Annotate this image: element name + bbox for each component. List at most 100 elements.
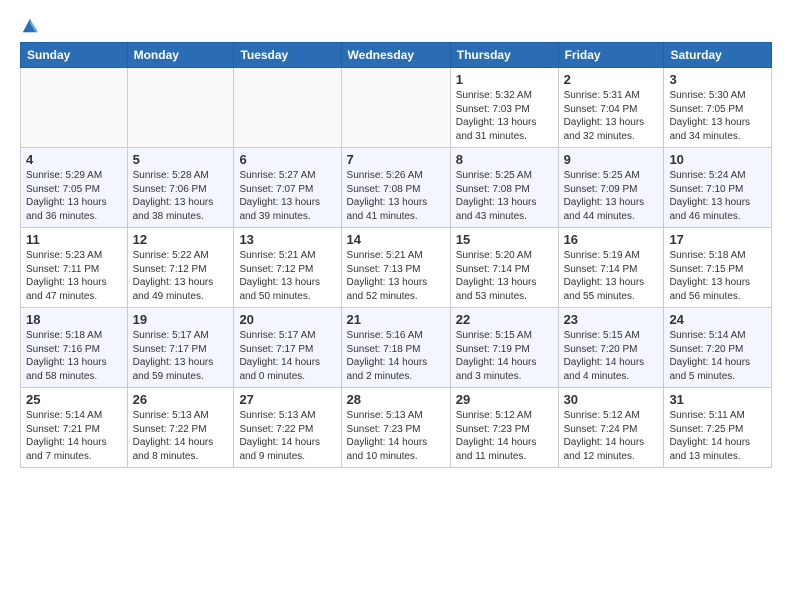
day-cell-9: 9 Sunrise: 5:25 AM Sunset: 7:09 PM Daylig… xyxy=(558,148,664,228)
day-info: Sunrise: 5:23 AM Sunset: 7:11 PM Dayligh… xyxy=(26,249,122,303)
day-cell-12: 12 Sunrise: 5:22 AM Sunset: 7:12 PM Dayli… xyxy=(127,228,234,308)
day-number: 16 xyxy=(564,232,659,247)
day-number: 5 xyxy=(133,152,229,167)
day-number: 7 xyxy=(347,152,445,167)
day-number: 2 xyxy=(564,72,659,87)
day-cell-20: 20 Sunrise: 5:17 AM Sunset: 7:17 PM Dayli… xyxy=(234,308,341,388)
day-info: Sunrise: 5:25 AM Sunset: 7:09 PM Dayligh… xyxy=(564,169,659,223)
col-header-saturday: Saturday xyxy=(664,43,772,68)
week-row-5: 25 Sunrise: 5:14 AM Sunset: 7:21 PM Dayli… xyxy=(21,388,772,468)
day-number: 24 xyxy=(669,312,766,327)
day-number: 21 xyxy=(347,312,445,327)
day-info: Sunrise: 5:20 AM Sunset: 7:14 PM Dayligh… xyxy=(456,249,553,303)
day-info: Sunrise: 5:24 AM Sunset: 7:10 PM Dayligh… xyxy=(669,169,766,223)
day-info: Sunrise: 5:19 AM Sunset: 7:14 PM Dayligh… xyxy=(564,249,659,303)
day-cell-5: 5 Sunrise: 5:28 AM Sunset: 7:06 PM Daylig… xyxy=(127,148,234,228)
day-cell-31: 31Sunrise: 5:11 AM Sunset: 7:25 PM Dayli… xyxy=(664,388,772,468)
day-cell-13: 13 Sunrise: 5:21 AM Sunset: 7:12 PM Dayli… xyxy=(234,228,341,308)
day-number: 9 xyxy=(564,152,659,167)
day-cell-21: 21 Sunrise: 5:16 AM Sunset: 7:18 PM Dayli… xyxy=(341,308,450,388)
day-info: Sunrise: 5:17 AM Sunset: 7:17 PM Dayligh… xyxy=(239,329,335,383)
day-number: 20 xyxy=(239,312,335,327)
col-header-wednesday: Wednesday xyxy=(341,43,450,68)
day-info: Sunrise: 5:13 AM Sunset: 7:22 PM Dayligh… xyxy=(133,409,229,463)
empty-cell xyxy=(127,68,234,148)
day-info: Sunrise: 5:18 AM Sunset: 7:16 PM Dayligh… xyxy=(26,329,122,383)
day-cell-15: 15 Sunrise: 5:20 AM Sunset: 7:14 PM Dayli… xyxy=(450,228,558,308)
week-row-2: 4 Sunrise: 5:29 AM Sunset: 7:05 PM Daylig… xyxy=(21,148,772,228)
day-info: Sunrise: 5:12 AM Sunset: 7:23 PM Dayligh… xyxy=(456,409,553,463)
day-info: Sunrise: 5:15 AM Sunset: 7:19 PM Dayligh… xyxy=(456,329,553,383)
day-cell-26: 26 Sunrise: 5:13 AM Sunset: 7:22 PM Dayli… xyxy=(127,388,234,468)
day-cell-19: 19 Sunrise: 5:17 AM Sunset: 7:17 PM Dayli… xyxy=(127,308,234,388)
day-number: 4 xyxy=(26,152,122,167)
day-number: 15 xyxy=(456,232,553,247)
day-number: 13 xyxy=(239,232,335,247)
day-info: Sunrise: 5:14 AM Sunset: 7:21 PM Dayligh… xyxy=(26,409,122,463)
day-number: 29 xyxy=(456,392,553,407)
day-cell-8: 8Sunrise: 5:25 AM Sunset: 7:08 PM Daylig… xyxy=(450,148,558,228)
day-info: Sunrise: 5:29 AM Sunset: 7:05 PM Dayligh… xyxy=(26,169,122,223)
day-info: Sunrise: 5:17 AM Sunset: 7:17 PM Dayligh… xyxy=(133,329,229,383)
calendar: SundayMondayTuesdayWednesdayThursdayFrid… xyxy=(20,42,772,468)
day-number: 10 xyxy=(669,152,766,167)
day-number: 25 xyxy=(26,392,122,407)
day-number: 1 xyxy=(456,72,553,87)
col-header-friday: Friday xyxy=(558,43,664,68)
day-cell-29: 29 Sunrise: 5:12 AM Sunset: 7:23 PM Dayli… xyxy=(450,388,558,468)
day-number: 26 xyxy=(133,392,229,407)
day-cell-7: 7 Sunrise: 5:26 AM Sunset: 7:08 PM Daylig… xyxy=(341,148,450,228)
day-info: Sunrise: 5:13 AM Sunset: 7:23 PM Dayligh… xyxy=(347,409,445,463)
page: SundayMondayTuesdayWednesdayThursdayFrid… xyxy=(0,0,792,484)
day-info: Sunrise: 5:13 AM Sunset: 7:22 PM Dayligh… xyxy=(239,409,335,463)
empty-cell xyxy=(21,68,128,148)
day-number: 6 xyxy=(239,152,335,167)
day-number: 28 xyxy=(347,392,445,407)
day-number: 22 xyxy=(456,312,553,327)
day-cell-23: 23Sunrise: 5:15 AM Sunset: 7:20 PM Dayli… xyxy=(558,308,664,388)
col-header-thursday: Thursday xyxy=(450,43,558,68)
day-cell-22: 22 Sunrise: 5:15 AM Sunset: 7:19 PM Dayli… xyxy=(450,308,558,388)
day-cell-17: 17Sunrise: 5:18 AM Sunset: 7:15 PM Dayli… xyxy=(664,228,772,308)
col-header-tuesday: Tuesday xyxy=(234,43,341,68)
day-info: Sunrise: 5:16 AM Sunset: 7:18 PM Dayligh… xyxy=(347,329,445,383)
logo-icon xyxy=(21,16,39,34)
day-info: Sunrise: 5:12 AM Sunset: 7:24 PM Dayligh… xyxy=(564,409,659,463)
col-header-sunday: Sunday xyxy=(21,43,128,68)
empty-cell xyxy=(234,68,341,148)
day-cell-30: 30 Sunrise: 5:12 AM Sunset: 7:24 PM Dayli… xyxy=(558,388,664,468)
day-info: Sunrise: 5:22 AM Sunset: 7:12 PM Dayligh… xyxy=(133,249,229,303)
day-info: Sunrise: 5:21 AM Sunset: 7:13 PM Dayligh… xyxy=(347,249,445,303)
day-cell-4: 4 Sunrise: 5:29 AM Sunset: 7:05 PM Daylig… xyxy=(21,148,128,228)
day-cell-18: 18Sunrise: 5:18 AM Sunset: 7:16 PM Dayli… xyxy=(21,308,128,388)
day-info: Sunrise: 5:26 AM Sunset: 7:08 PM Dayligh… xyxy=(347,169,445,223)
day-info: Sunrise: 5:31 AM Sunset: 7:04 PM Dayligh… xyxy=(564,89,659,143)
day-info: Sunrise: 5:11 AM Sunset: 7:25 PM Dayligh… xyxy=(669,409,766,463)
day-number: 8 xyxy=(456,152,553,167)
week-row-4: 18Sunrise: 5:18 AM Sunset: 7:16 PM Dayli… xyxy=(21,308,772,388)
day-cell-10: 10 Sunrise: 5:24 AM Sunset: 7:10 PM Dayli… xyxy=(664,148,772,228)
day-cell-14: 14 Sunrise: 5:21 AM Sunset: 7:13 PM Dayli… xyxy=(341,228,450,308)
week-row-1: 1 Sunrise: 5:32 AM Sunset: 7:03 PM Daylig… xyxy=(21,68,772,148)
day-cell-16: 16 Sunrise: 5:19 AM Sunset: 7:14 PM Dayli… xyxy=(558,228,664,308)
empty-cell xyxy=(341,68,450,148)
day-info: Sunrise: 5:27 AM Sunset: 7:07 PM Dayligh… xyxy=(239,169,335,223)
day-number: 17 xyxy=(669,232,766,247)
day-number: 30 xyxy=(564,392,659,407)
day-cell-25: 25 Sunrise: 5:14 AM Sunset: 7:21 PM Dayli… xyxy=(21,388,128,468)
day-number: 19 xyxy=(133,312,229,327)
day-cell-2: 2 Sunrise: 5:31 AM Sunset: 7:04 PM Daylig… xyxy=(558,68,664,148)
day-info: Sunrise: 5:30 AM Sunset: 7:05 PM Dayligh… xyxy=(669,89,766,143)
day-cell-6: 6 Sunrise: 5:27 AM Sunset: 7:07 PM Daylig… xyxy=(234,148,341,228)
day-number: 27 xyxy=(239,392,335,407)
day-info: Sunrise: 5:14 AM Sunset: 7:20 PM Dayligh… xyxy=(669,329,766,383)
header-row: SundayMondayTuesdayWednesdayThursdayFrid… xyxy=(21,43,772,68)
day-info: Sunrise: 5:21 AM Sunset: 7:12 PM Dayligh… xyxy=(239,249,335,303)
day-number: 14 xyxy=(347,232,445,247)
day-cell-27: 27 Sunrise: 5:13 AM Sunset: 7:22 PM Dayli… xyxy=(234,388,341,468)
day-number: 3 xyxy=(669,72,766,87)
day-cell-11: 11Sunrise: 5:23 AM Sunset: 7:11 PM Dayli… xyxy=(21,228,128,308)
day-info: Sunrise: 5:28 AM Sunset: 7:06 PM Dayligh… xyxy=(133,169,229,223)
day-number: 12 xyxy=(133,232,229,247)
day-info: Sunrise: 5:32 AM Sunset: 7:03 PM Dayligh… xyxy=(456,89,553,143)
